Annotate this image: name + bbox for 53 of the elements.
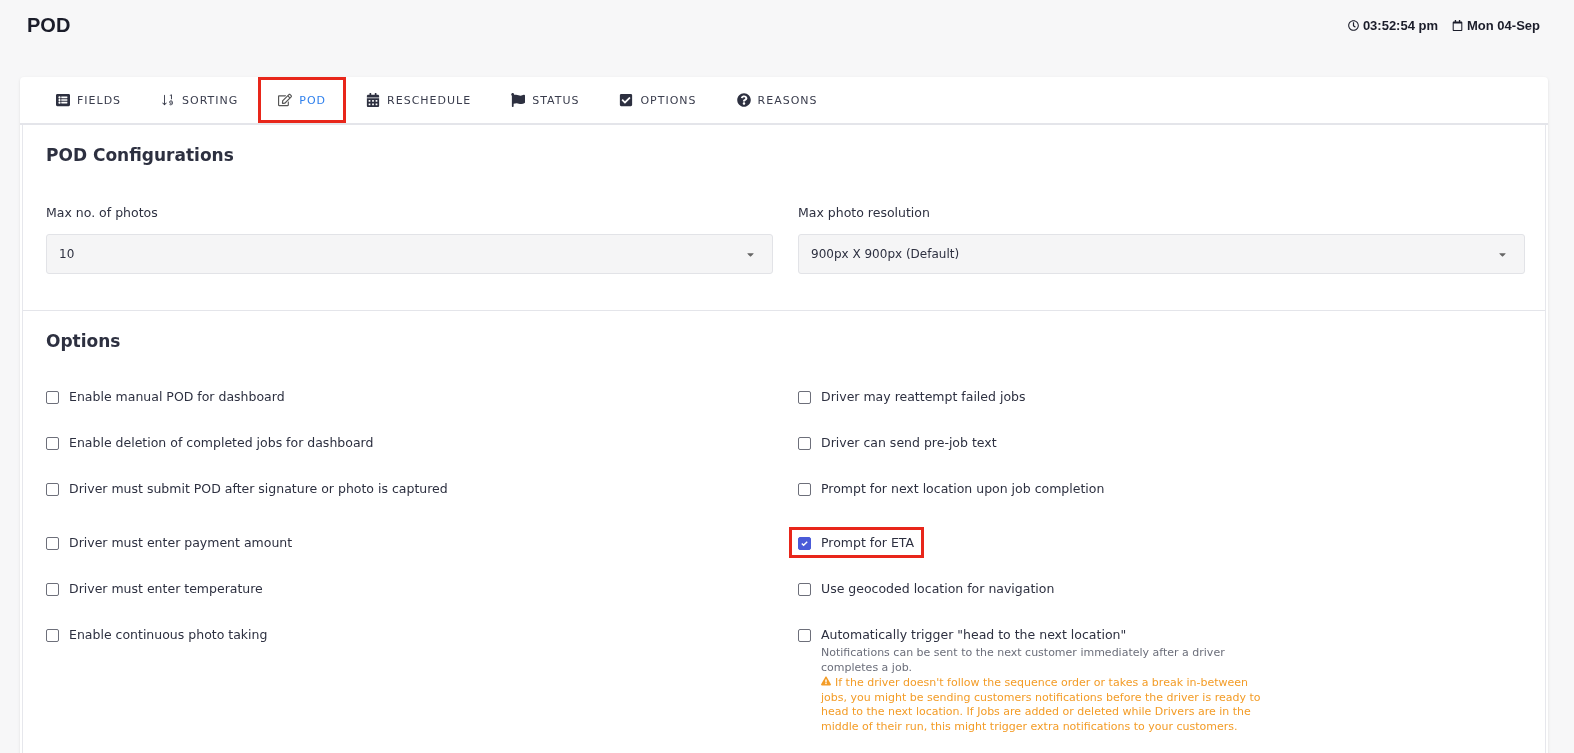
checkbox[interactable] (46, 483, 59, 496)
option-label: Prompt for next location upon job completion (821, 481, 1105, 496)
option-description: Notifications can be sent to the next customer immediately after a driver completes a job. (821, 646, 1226, 676)
page-title: POD (27, 13, 71, 37)
checkbox[interactable] (46, 583, 59, 596)
sort-icon (161, 93, 176, 107)
list-icon (56, 93, 70, 107)
tab[interactable]: SORTING (141, 77, 259, 123)
tab[interactable]: FIELDS (36, 77, 142, 123)
checkbox[interactable] (798, 537, 811, 550)
checkbox[interactable] (798, 629, 811, 642)
checkbox-icon (619, 93, 634, 107)
edit-icon (278, 93, 293, 107)
warning-icon (821, 675, 831, 686)
option-label: Prompt for ETA (821, 535, 915, 550)
tab[interactable]: REASONS (716, 77, 838, 123)
option-label: Enable continuous photo taking (69, 627, 268, 642)
flag-icon (511, 93, 526, 107)
section-title: POD Configurations (46, 145, 235, 165)
tab[interactable]: OPTIONS (599, 77, 717, 123)
option-label: Driver must submit POD after signature or photo is captured (69, 481, 448, 496)
option-label: Driver may reattempt failed jobs (821, 389, 1026, 404)
select-field[interactable]: 10 (46, 234, 773, 274)
tab[interactable]: RESCHEDULE (346, 77, 492, 123)
calendar-icon (366, 93, 381, 107)
option-label: Enable deletion of completed jobs for dashboard (69, 435, 374, 450)
question-icon (736, 93, 751, 107)
checkbox[interactable] (798, 483, 811, 496)
clock-icon (1347, 19, 1359, 31)
checkbox[interactable] (46, 629, 59, 642)
check-icon (800, 539, 809, 548)
option-label: Use geocoded location for navigation (821, 581, 1055, 596)
checkbox[interactable] (46, 537, 59, 550)
calendar-icon (1452, 19, 1464, 31)
checkbox[interactable] (798, 583, 811, 596)
checkbox[interactable] (46, 391, 59, 404)
field-label: Max photo resolution (798, 205, 931, 220)
option-label: Automatically trigger "head to the next location" (821, 627, 1128, 642)
checkbox[interactable] (798, 391, 811, 404)
tab[interactable]: STATUS (491, 77, 600, 123)
option-warning: If the driver doesn't follow the sequence order or takes a break in-between jobs, you might be sending customers notifications before the driver is ready to head to the next location. If Jobs are added or deleted while Drivers are in the middle of their run, this might trigger extra notifications to your customers. (821, 675, 1261, 736)
date-text: Mon 04-Sep (1452, 17, 1540, 33)
checkbox[interactable] (46, 437, 59, 450)
option-label: Enable manual POD for dashboard (69, 389, 285, 404)
checkbox[interactable] (798, 437, 811, 450)
option-label: Driver must enter payment amount (69, 535, 293, 550)
field-label: Max no. of photos (46, 205, 159, 220)
option-label: Driver must enter temperature (69, 581, 263, 596)
select-field[interactable]: 900px X 900px (Default) (798, 234, 1525, 274)
option-label: Driver can send pre-job text (821, 435, 997, 450)
tab[interactable]: POD (258, 77, 347, 123)
time-text: 03:52:54 pm (1347, 17, 1439, 33)
section-title: Options (46, 331, 122, 351)
